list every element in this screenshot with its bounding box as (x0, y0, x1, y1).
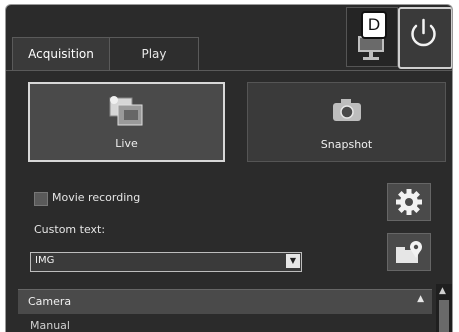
settings-button[interactable] (387, 183, 431, 221)
folder-pin-icon (396, 241, 422, 263)
snapshot-button[interactable]: Snapshot (247, 82, 446, 162)
chevron-down-icon[interactable]: ▼ (286, 254, 300, 268)
callout-badge: D (361, 11, 387, 39)
custom-text-label: Custom text: (34, 223, 106, 236)
custom-text-select[interactable]: IMG ▼ (30, 252, 302, 272)
tab-play-label: Play (141, 47, 167, 61)
tab-acquisition-label: Acquisition (28, 47, 94, 61)
tab-bar: Acquisition Play D (6, 5, 452, 71)
tab-acquisition[interactable]: Acquisition (12, 37, 110, 70)
camera-icon (332, 99, 361, 121)
save-location-button[interactable] (387, 233, 431, 271)
scroll-thumb[interactable] (439, 300, 449, 332)
tab-play[interactable]: Play (109, 37, 199, 70)
app-window: Acquisition Play D Live Snapshot Movie r… (5, 4, 453, 332)
custom-text-value: IMG (35, 255, 55, 266)
camera-mode-manual[interactable]: Manual (30, 319, 70, 332)
movie-recording-checkbox[interactable] (34, 192, 48, 206)
scroll-up-icon[interactable]: ▲ (439, 286, 446, 296)
live-button-label: Live (115, 137, 138, 150)
scrollbar[interactable]: ▲ (436, 284, 452, 332)
gear-icon (396, 189, 422, 215)
live-button[interactable]: Live (28, 82, 225, 162)
camera-section-title: Camera (28, 295, 72, 308)
live-icon (109, 96, 142, 126)
power-icon (411, 18, 436, 47)
acquisition-panel: Live Snapshot Movie recording Custom tex… (6, 70, 452, 332)
power-button[interactable] (398, 7, 452, 69)
collapse-icon[interactable]: ▲ (417, 294, 424, 304)
camera-section-header[interactable]: Camera ▲ (18, 289, 432, 314)
snapshot-button-label: Snapshot (320, 138, 373, 151)
movie-recording-label: Movie recording (52, 191, 141, 204)
